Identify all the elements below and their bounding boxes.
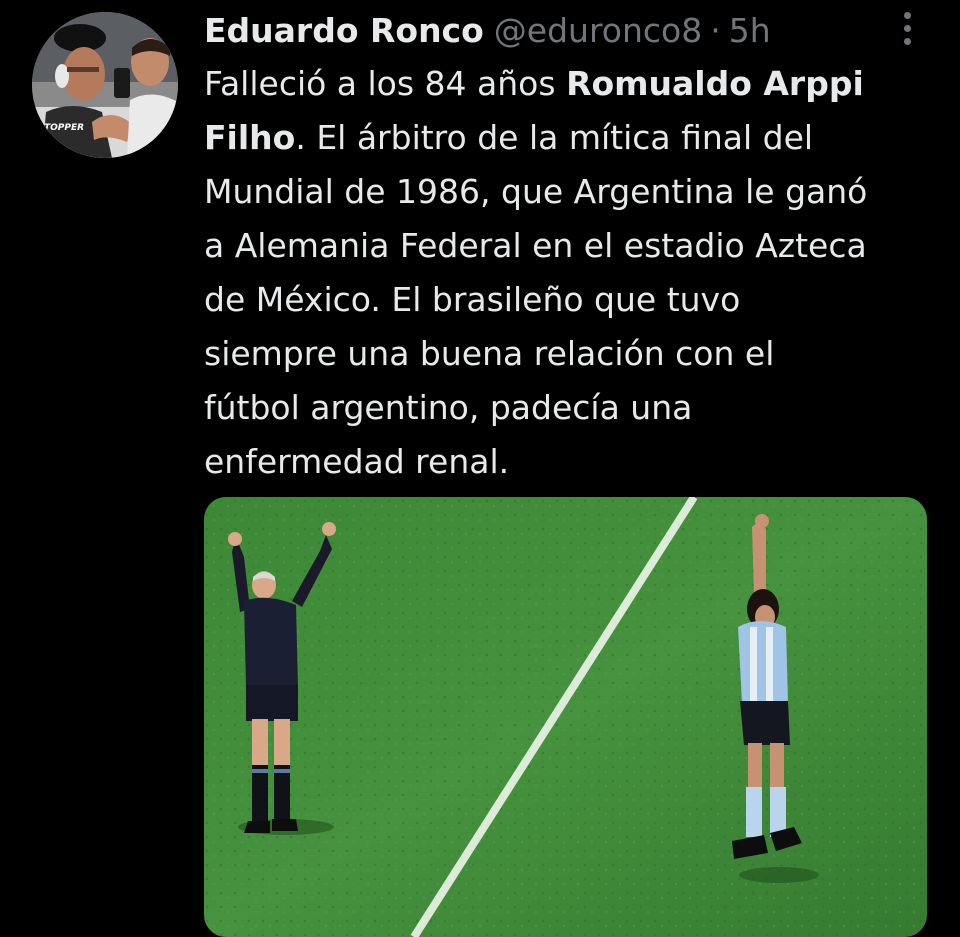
tweet-text-line: Filho. El árbitro de la mítica final del [204, 118, 814, 157]
tweet-text-line: fútbol argentino, padecía una [204, 388, 693, 427]
tweet-text: Falleció a los 84 años Romualdo Arppi Fi… [204, 57, 944, 489]
more-vertical-icon[interactable] [896, 10, 920, 46]
tweet: TOPPER Eduardo Ronco @eduronco8 · 5h Fal… [0, 0, 960, 937]
avatar-logo-text: TOPPER [44, 123, 84, 133]
tweet-text-line: a Alemania Federal en el estadio Azteca [204, 226, 867, 265]
tweet-text-line: de México. El brasileño que tuvo [204, 280, 741, 319]
tweet-timestamp[interactable]: 5h [729, 8, 771, 54]
header-separator: · [710, 11, 721, 50]
author-handle[interactable]: @eduronco8 [494, 8, 702, 54]
author-avatar[interactable]: TOPPER [32, 12, 178, 158]
tweet-text-line: Mundial de 1986, que Argentina le ganó [204, 172, 868, 211]
author-display-name[interactable]: Eduardo Ronco [204, 8, 484, 54]
tweet-text-line: enfermedad renal. [204, 442, 510, 481]
tweet-header: Eduardo Ronco @eduronco8 · 5h [204, 8, 771, 54]
tweet-media-photo[interactable] [204, 497, 927, 937]
tweet-text-line: Falleció a los 84 años Romualdo Arppi [204, 64, 864, 103]
tweet-text-line: siempre una buena relación con el [204, 334, 775, 373]
